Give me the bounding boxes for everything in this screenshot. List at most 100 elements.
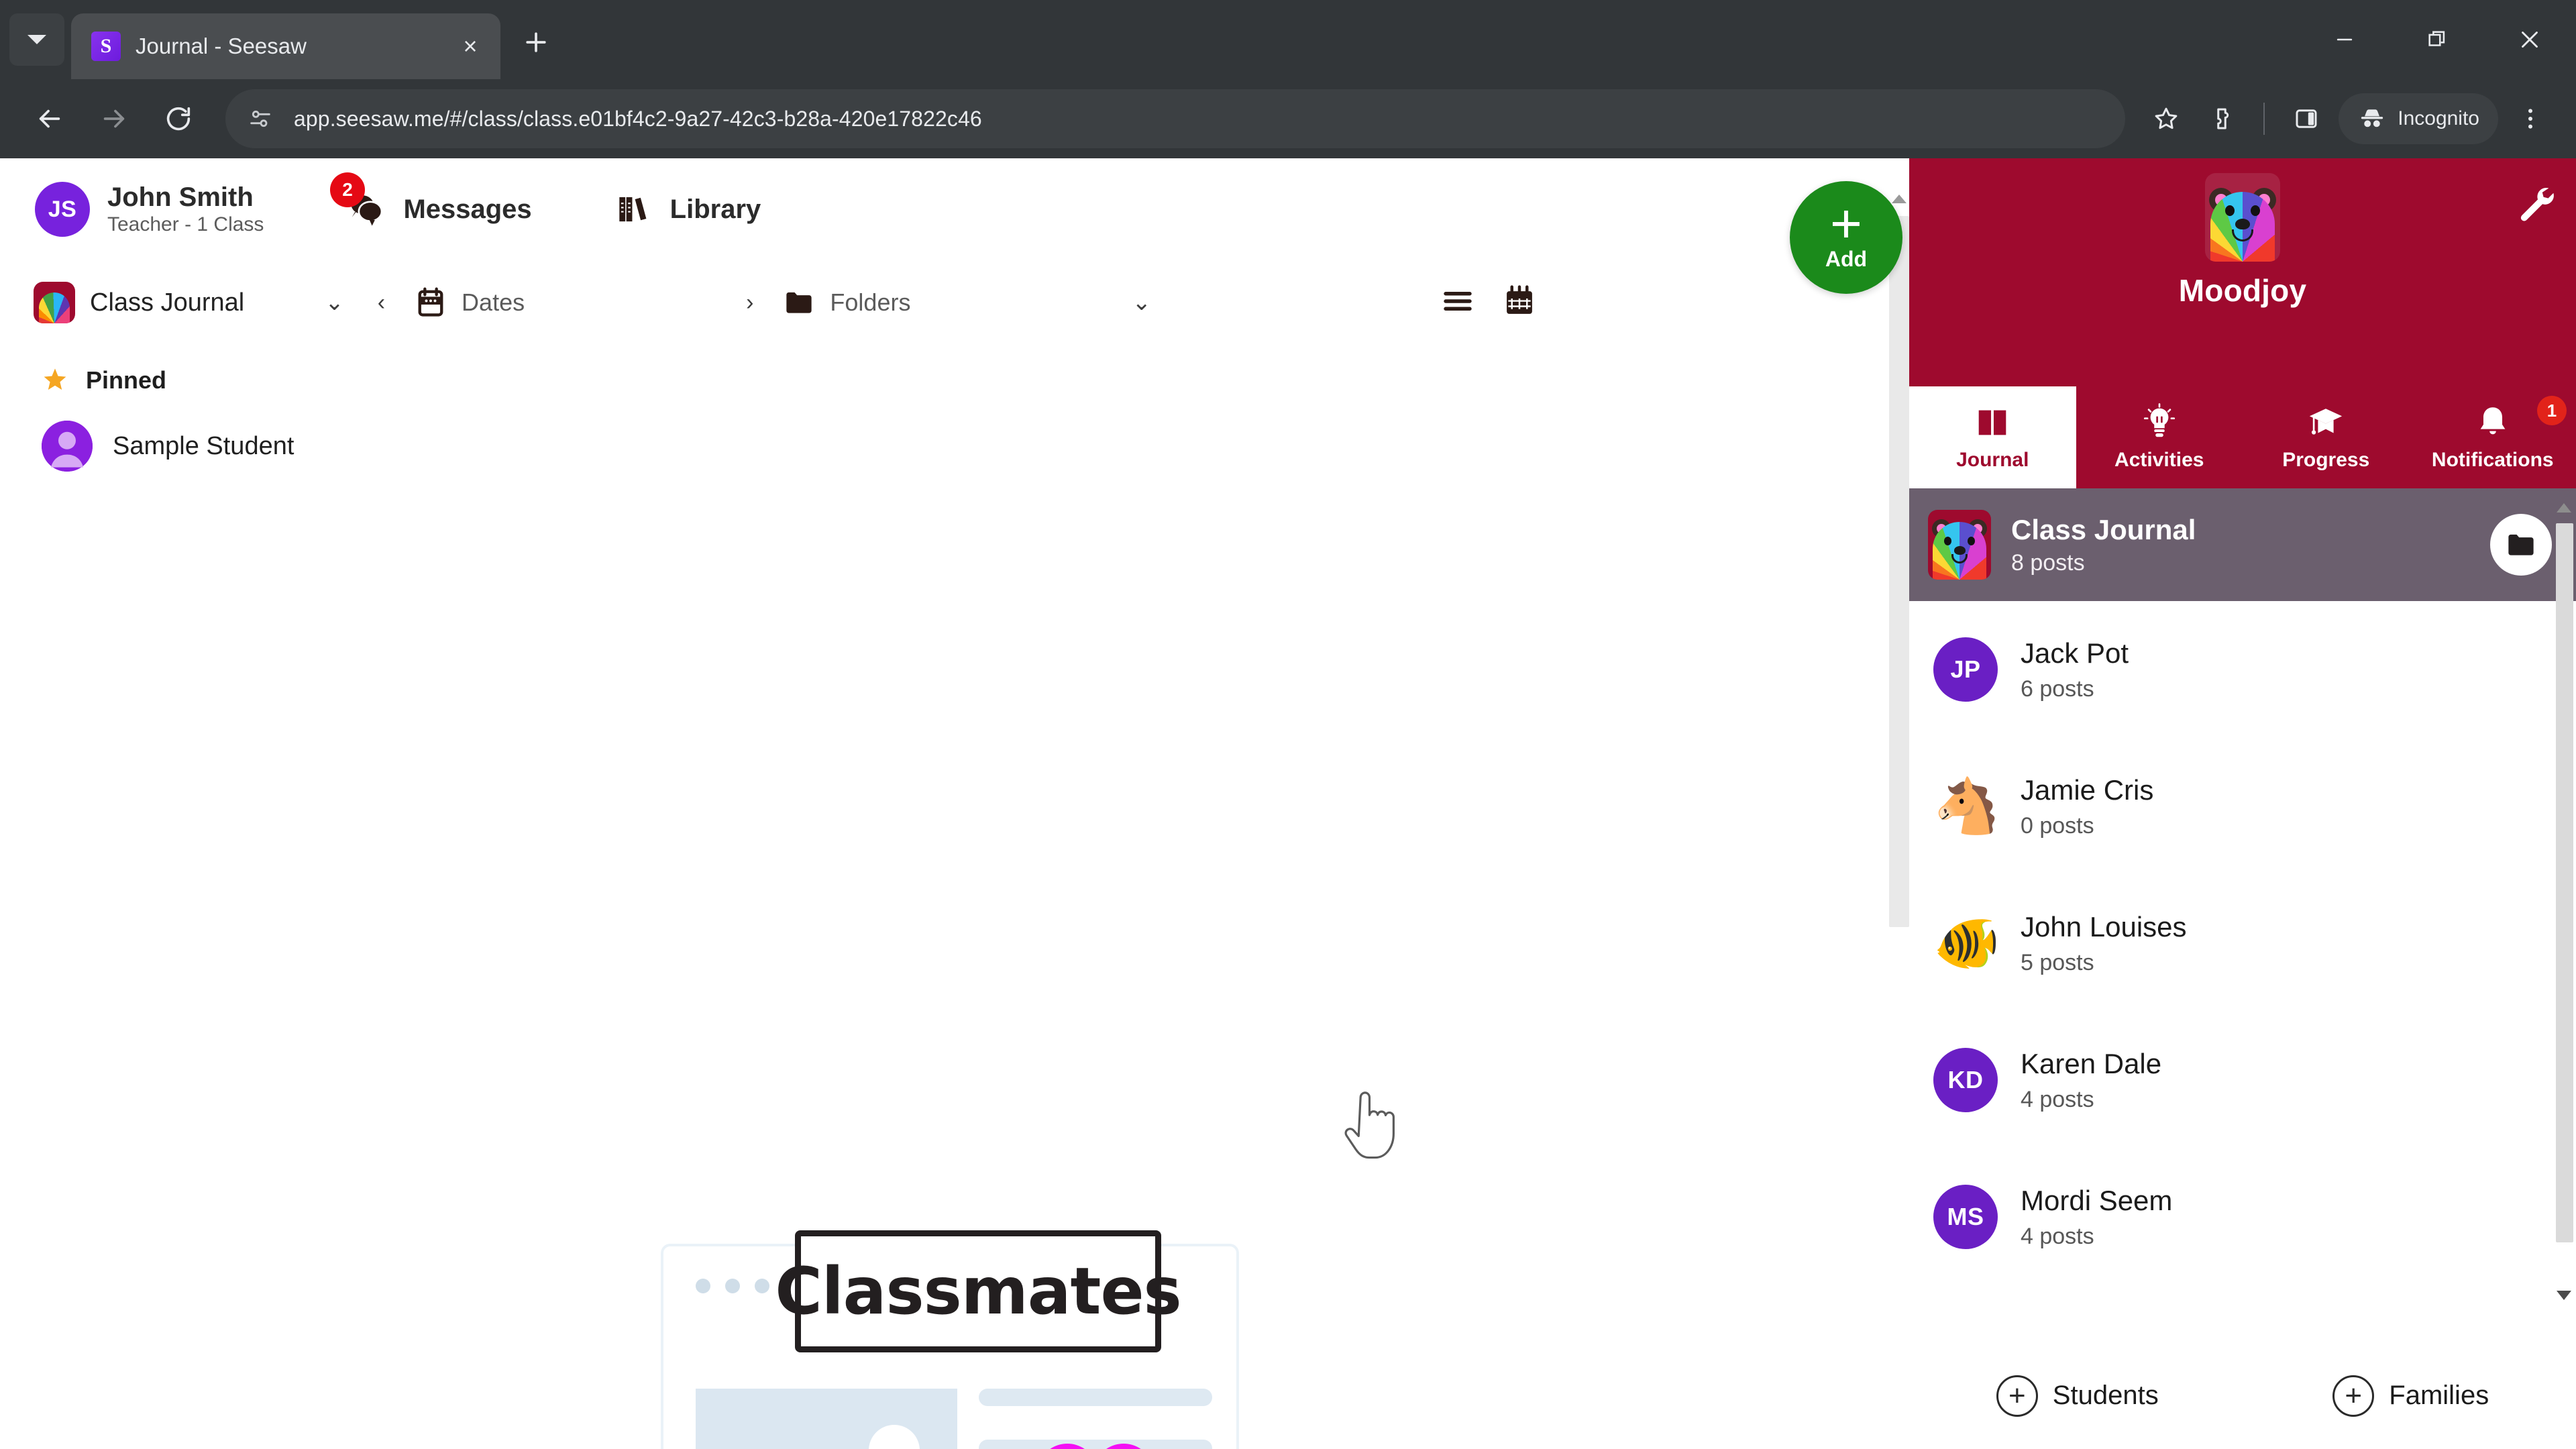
student-name: Jack Pot	[2021, 637, 2129, 669]
student-post-count: 4 posts	[2021, 1086, 2094, 1112]
user-subtitle: Teacher - 1 Class	[107, 213, 264, 236]
nav-library[interactable]: Library	[612, 189, 761, 230]
maximize-button[interactable]	[2391, 0, 2483, 79]
chevron-right-icon[interactable]: ›	[746, 291, 753, 314]
artwork-photo-placeholder	[696, 1389, 957, 1449]
new-tab-button[interactable]	[513, 19, 559, 66]
scrollbar-thumb[interactable]	[1889, 216, 1909, 927]
sidebar-scrollbar[interactable]	[2556, 498, 2573, 1342]
sidebar-header: + Add Moodjoy	[1790, 158, 2576, 386]
folder-icon	[786, 292, 812, 313]
list-item[interactable]: 🐴 Jamie Cris 0 posts	[1909, 738, 2576, 875]
chrome-menu-icon[interactable]	[2505, 93, 2556, 144]
tab-journal[interactable]: Journal	[1909, 386, 2076, 488]
window-dots-decoration	[696, 1279, 769, 1293]
list-item[interactable]: 🐠 John Louises 5 posts	[1909, 875, 2576, 1012]
folders-filter[interactable]: Folders	[782, 285, 910, 320]
journal-canvas: Classmates This is our class!	[0, 479, 1909, 1449]
nav-messages[interactable]: Messages	[344, 188, 532, 231]
pinned-student-item[interactable]: Sample Student	[0, 409, 1909, 479]
add-families-button[interactable]: + Families	[2332, 1375, 2489, 1417]
class-settings-button[interactable]	[2516, 182, 2557, 227]
tab-progress[interactable]: Progress	[2243, 386, 2410, 488]
side-panel-icon[interactable]	[2281, 93, 2332, 144]
pinned-label: Pinned	[86, 366, 167, 394]
pinned-section-header: Pinned	[0, 345, 1909, 409]
graduation-cap-icon	[2310, 409, 2343, 435]
class-journal-title: Class Journal	[2011, 513, 2196, 545]
student-post-count: 5 posts	[2021, 949, 2094, 975]
tab-notifications[interactable]: Notifications 1	[2410, 386, 2576, 488]
scroll-up-arrow-icon[interactable]	[2557, 503, 2571, 513]
back-button[interactable]	[20, 89, 79, 148]
books-icon	[619, 197, 647, 222]
student-post-count: 0 posts	[2021, 812, 2094, 839]
avatar: 🐴	[1933, 776, 2000, 836]
minimize-button[interactable]	[2298, 0, 2391, 79]
open-book-icon	[1978, 410, 2006, 435]
page-content: JS John Smith Teacher - 1 Class 2 Messag…	[0, 158, 2576, 1449]
list-item[interactable]: KD Karen Dale 4 posts	[1909, 1012, 2576, 1148]
avatar: MS	[1933, 1185, 1998, 1249]
list-view-icon[interactable]	[1440, 283, 1476, 323]
class-sidebar: + Add Moodjoy Journal Activities Progres…	[1790, 158, 2576, 1449]
add-students-button[interactable]: + Students	[1996, 1375, 2159, 1417]
list-item-class-journal[interactable]: Class Journal 8 posts	[1909, 488, 2576, 601]
bookmark-star-icon[interactable]	[2143, 95, 2190, 142]
site-settings-icon[interactable]	[241, 100, 279, 138]
student-name: Karen Dale	[2021, 1047, 2162, 1079]
student-name: Jamie Cris	[2021, 773, 2154, 806]
pinned-student-name: Sample Student	[113, 431, 294, 460]
forward-button[interactable]	[85, 89, 144, 148]
scrollbar-thumb[interactable]	[2556, 523, 2573, 1242]
close-tab-button[interactable]: ×	[455, 31, 486, 62]
dates-label: Dates	[462, 288, 525, 316]
browser-toolbar: app.seesaw.me/#/class/class.e01bf4c2-9a2…	[0, 79, 2576, 158]
sidebar-footer: + Students + Families	[1909, 1342, 2576, 1449]
chevron-down-icon-folders[interactable]: ⌄	[1132, 291, 1151, 314]
class-selector-label: Class Journal	[90, 288, 245, 317]
extensions-icon[interactable]	[2196, 93, 2247, 144]
list-item[interactable]: JP Jack Pot 6 posts	[1909, 601, 2576, 738]
toolbar-actions: Incognito	[2143, 93, 2556, 144]
browser-window: S Journal - Seesaw × app.seesaw.me/#/cla…	[0, 0, 2576, 1449]
address-bar[interactable]: app.seesaw.me/#/class/class.e01bf4c2-9a2…	[225, 89, 2126, 148]
tab-search-button[interactable]	[9, 13, 64, 66]
close-window-button[interactable]	[2483, 0, 2576, 79]
class-selector[interactable]: Class Journal	[34, 282, 244, 323]
class-journal-posts: 8 posts	[2011, 549, 2085, 576]
sun-shape	[869, 1425, 920, 1449]
scroll-up-arrow-icon[interactable]	[1892, 195, 1907, 203]
app-header: JS John Smith Teacher - 1 Class 2 Messag…	[0, 158, 1909, 260]
nav-messages-label: Messages	[403, 194, 532, 224]
tab-title: Journal - Seesaw	[136, 34, 307, 58]
add-button[interactable]: + Add	[1790, 181, 1902, 294]
view-toggles	[1440, 283, 1538, 323]
dates-filter[interactable]: Dates	[413, 285, 525, 320]
journal-sub-toolbar: Class Journal ⌄ ‹ Dates › Folders ⌄	[0, 260, 1909, 345]
post-artwork: Classmates	[661, 1230, 1239, 1449]
calendar-grid-view-icon[interactable]	[1501, 283, 1538, 323]
window-controls	[2298, 0, 2576, 79]
class-folder-button[interactable]	[2490, 514, 2552, 576]
tab-activities[interactable]: Activities	[2076, 386, 2243, 488]
student-name: Mordi Seem	[2021, 1184, 2173, 1216]
avatar: 🐠	[1933, 913, 2000, 973]
tab-strip: S Journal - Seesaw ×	[0, 0, 2576, 79]
list-item[interactable]: MS Mordi Seem 4 posts	[1909, 1148, 2576, 1285]
main-scrollbar[interactable]	[1889, 185, 1909, 1449]
mouse-cursor	[1335, 1091, 1399, 1168]
class-avatar-small	[1928, 510, 1991, 580]
incognito-icon	[2361, 109, 2383, 127]
browser-tab[interactable]: S Journal - Seesaw ×	[71, 13, 500, 79]
plus-icon	[526, 32, 546, 52]
user-name: John Smith	[107, 182, 254, 213]
avatar: JS	[35, 182, 90, 237]
reload-button[interactable]	[149, 89, 208, 148]
incognito-profile-button[interactable]: Incognito	[2339, 93, 2498, 144]
chevron-left-icon[interactable]: ‹	[378, 291, 385, 314]
sidebar-class-title: Moodjoy	[2178, 273, 2307, 308]
user-profile-chip[interactable]: JS John Smith Teacher - 1 Class 2	[35, 172, 365, 237]
chevron-down-icon[interactable]: ⌄	[325, 291, 344, 314]
scroll-down-arrow-icon[interactable]	[2557, 1291, 2571, 1300]
